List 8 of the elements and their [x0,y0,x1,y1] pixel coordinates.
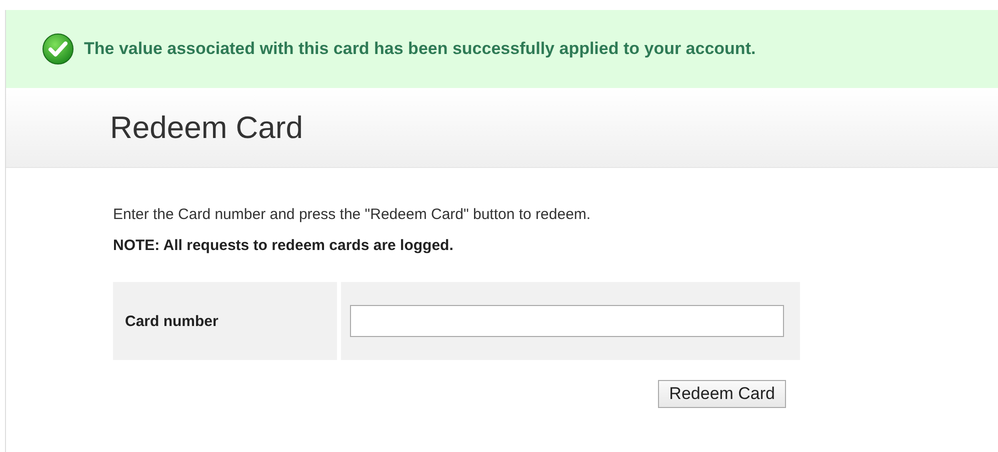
check-icon [42,33,74,65]
redeem-button[interactable]: Redeem Card [658,380,786,408]
field-label: Card number [113,282,337,360]
page-title: Redeem Card [110,110,303,146]
note-text: NOTE: All requests to redeem cards are logged. [113,237,454,254]
card-number-field[interactable] [350,305,784,337]
success-message: The value associated with this card has been successfully applied to your account. [84,39,756,59]
instruction-text: Enter the Card number and press the "Redeem Card" button to redeem. [113,206,592,223]
